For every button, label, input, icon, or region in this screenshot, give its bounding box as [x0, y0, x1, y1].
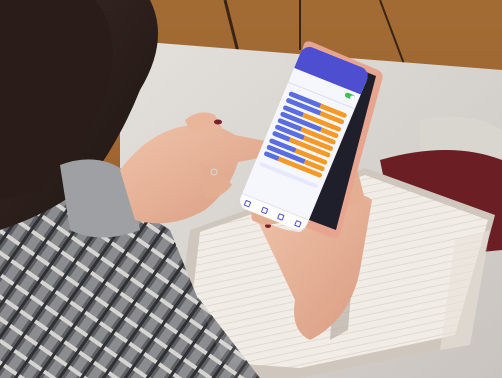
settings-icon[interactable]	[294, 219, 302, 228]
people-icon[interactable]	[277, 212, 286, 221]
home-icon[interactable]	[244, 199, 252, 208]
photo-scene	[0, 0, 502, 378]
calendar-icon[interactable]	[260, 206, 269, 214]
toggle-switch[interactable]	[344, 91, 356, 101]
